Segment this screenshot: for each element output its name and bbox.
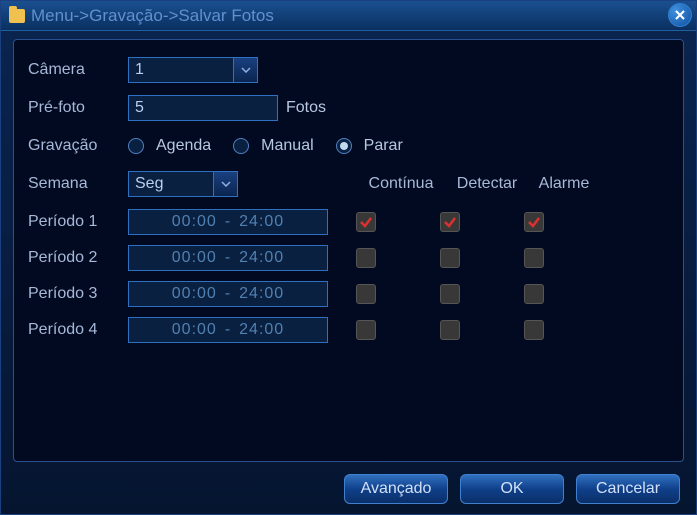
period4-time-input[interactable]: 00:00 - 24:00 [128, 317, 328, 343]
period2-label: Período 2 [28, 249, 128, 267]
titlebar: Menu->Gravação->Salvar Fotos [1, 1, 696, 31]
col-detect: Detectar [450, 175, 524, 193]
period4-label: Período 4 [28, 321, 128, 339]
content-panel: Câmera 1 Pré-foto 5 Fotos Gravação [13, 39, 684, 462]
period4-alarm-checkbox[interactable] [524, 320, 544, 340]
period2-alarm-checkbox[interactable] [524, 248, 544, 268]
radio-stop-label: Parar [364, 137, 403, 155]
week-value: Seg [135, 175, 163, 193]
period3-label: Período 3 [28, 285, 128, 303]
window: Menu->Gravação->Salvar Fotos Câmera 1 Pr… [0, 0, 697, 515]
radio-stop[interactable] [336, 138, 352, 154]
col-alarm: Alarme [534, 175, 594, 193]
folder-icon [9, 9, 25, 23]
camera-label: Câmera [28, 61, 128, 79]
period3-alarm-checkbox[interactable] [524, 284, 544, 304]
period2-continuous-checkbox[interactable] [356, 248, 376, 268]
period4-end: 24:00 [239, 321, 284, 339]
period1-detect-checkbox[interactable] [440, 212, 460, 232]
close-button[interactable] [668, 3, 692, 27]
period4-sep: - [225, 321, 231, 339]
period2-end: 24:00 [239, 249, 284, 267]
prephoto-input[interactable]: 5 [128, 95, 278, 121]
cancel-button[interactable]: Cancelar [576, 474, 680, 504]
week-select[interactable]: Seg [128, 171, 238, 197]
photos-suffix: Fotos [286, 99, 326, 117]
period2-time-input[interactable]: 00:00 - 24:00 [128, 245, 328, 271]
period1-continuous-checkbox[interactable] [356, 212, 376, 232]
close-icon [675, 10, 685, 20]
radio-schedule[interactable] [128, 138, 144, 154]
prephoto-value: 5 [135, 99, 144, 117]
chevron-down-icon [233, 58, 257, 82]
week-label: Semana [28, 175, 128, 193]
period1-label: Período 1 [28, 213, 128, 231]
period1-end: 24:00 [239, 213, 284, 231]
radio-manual[interactable] [233, 138, 249, 154]
radio-schedule-label: Agenda [156, 137, 211, 155]
period4-detect-checkbox[interactable] [440, 320, 460, 340]
ok-button[interactable]: OK [460, 474, 564, 504]
period3-time-input[interactable]: 00:00 - 24:00 [128, 281, 328, 307]
chevron-down-icon [213, 172, 237, 196]
breadcrumb: Menu->Gravação->Salvar Fotos [31, 6, 274, 26]
period4-continuous-checkbox[interactable] [356, 320, 376, 340]
advanced-button[interactable]: Avançado [344, 474, 448, 504]
period2-sep: - [225, 249, 231, 267]
period3-detect-checkbox[interactable] [440, 284, 460, 304]
radio-manual-label: Manual [261, 137, 313, 155]
period2-start: 00:00 [172, 249, 217, 267]
period1-sep: - [225, 213, 231, 231]
period1-alarm-checkbox[interactable] [524, 212, 544, 232]
recording-label: Gravação [28, 137, 128, 155]
period1-time-input[interactable]: 00:00 - 24:00 [128, 209, 328, 235]
button-bar: Avançado OK Cancelar [344, 474, 680, 504]
period3-sep: - [225, 285, 231, 303]
period4-start: 00:00 [172, 321, 217, 339]
prephoto-label: Pré-foto [28, 99, 128, 117]
camera-select[interactable]: 1 [128, 57, 258, 83]
period3-continuous-checkbox[interactable] [356, 284, 376, 304]
period3-start: 00:00 [172, 285, 217, 303]
period3-end: 24:00 [239, 285, 284, 303]
camera-value: 1 [135, 61, 144, 79]
period1-start: 00:00 [172, 213, 217, 231]
col-continuous: Contínua [362, 175, 440, 193]
period2-detect-checkbox[interactable] [440, 248, 460, 268]
